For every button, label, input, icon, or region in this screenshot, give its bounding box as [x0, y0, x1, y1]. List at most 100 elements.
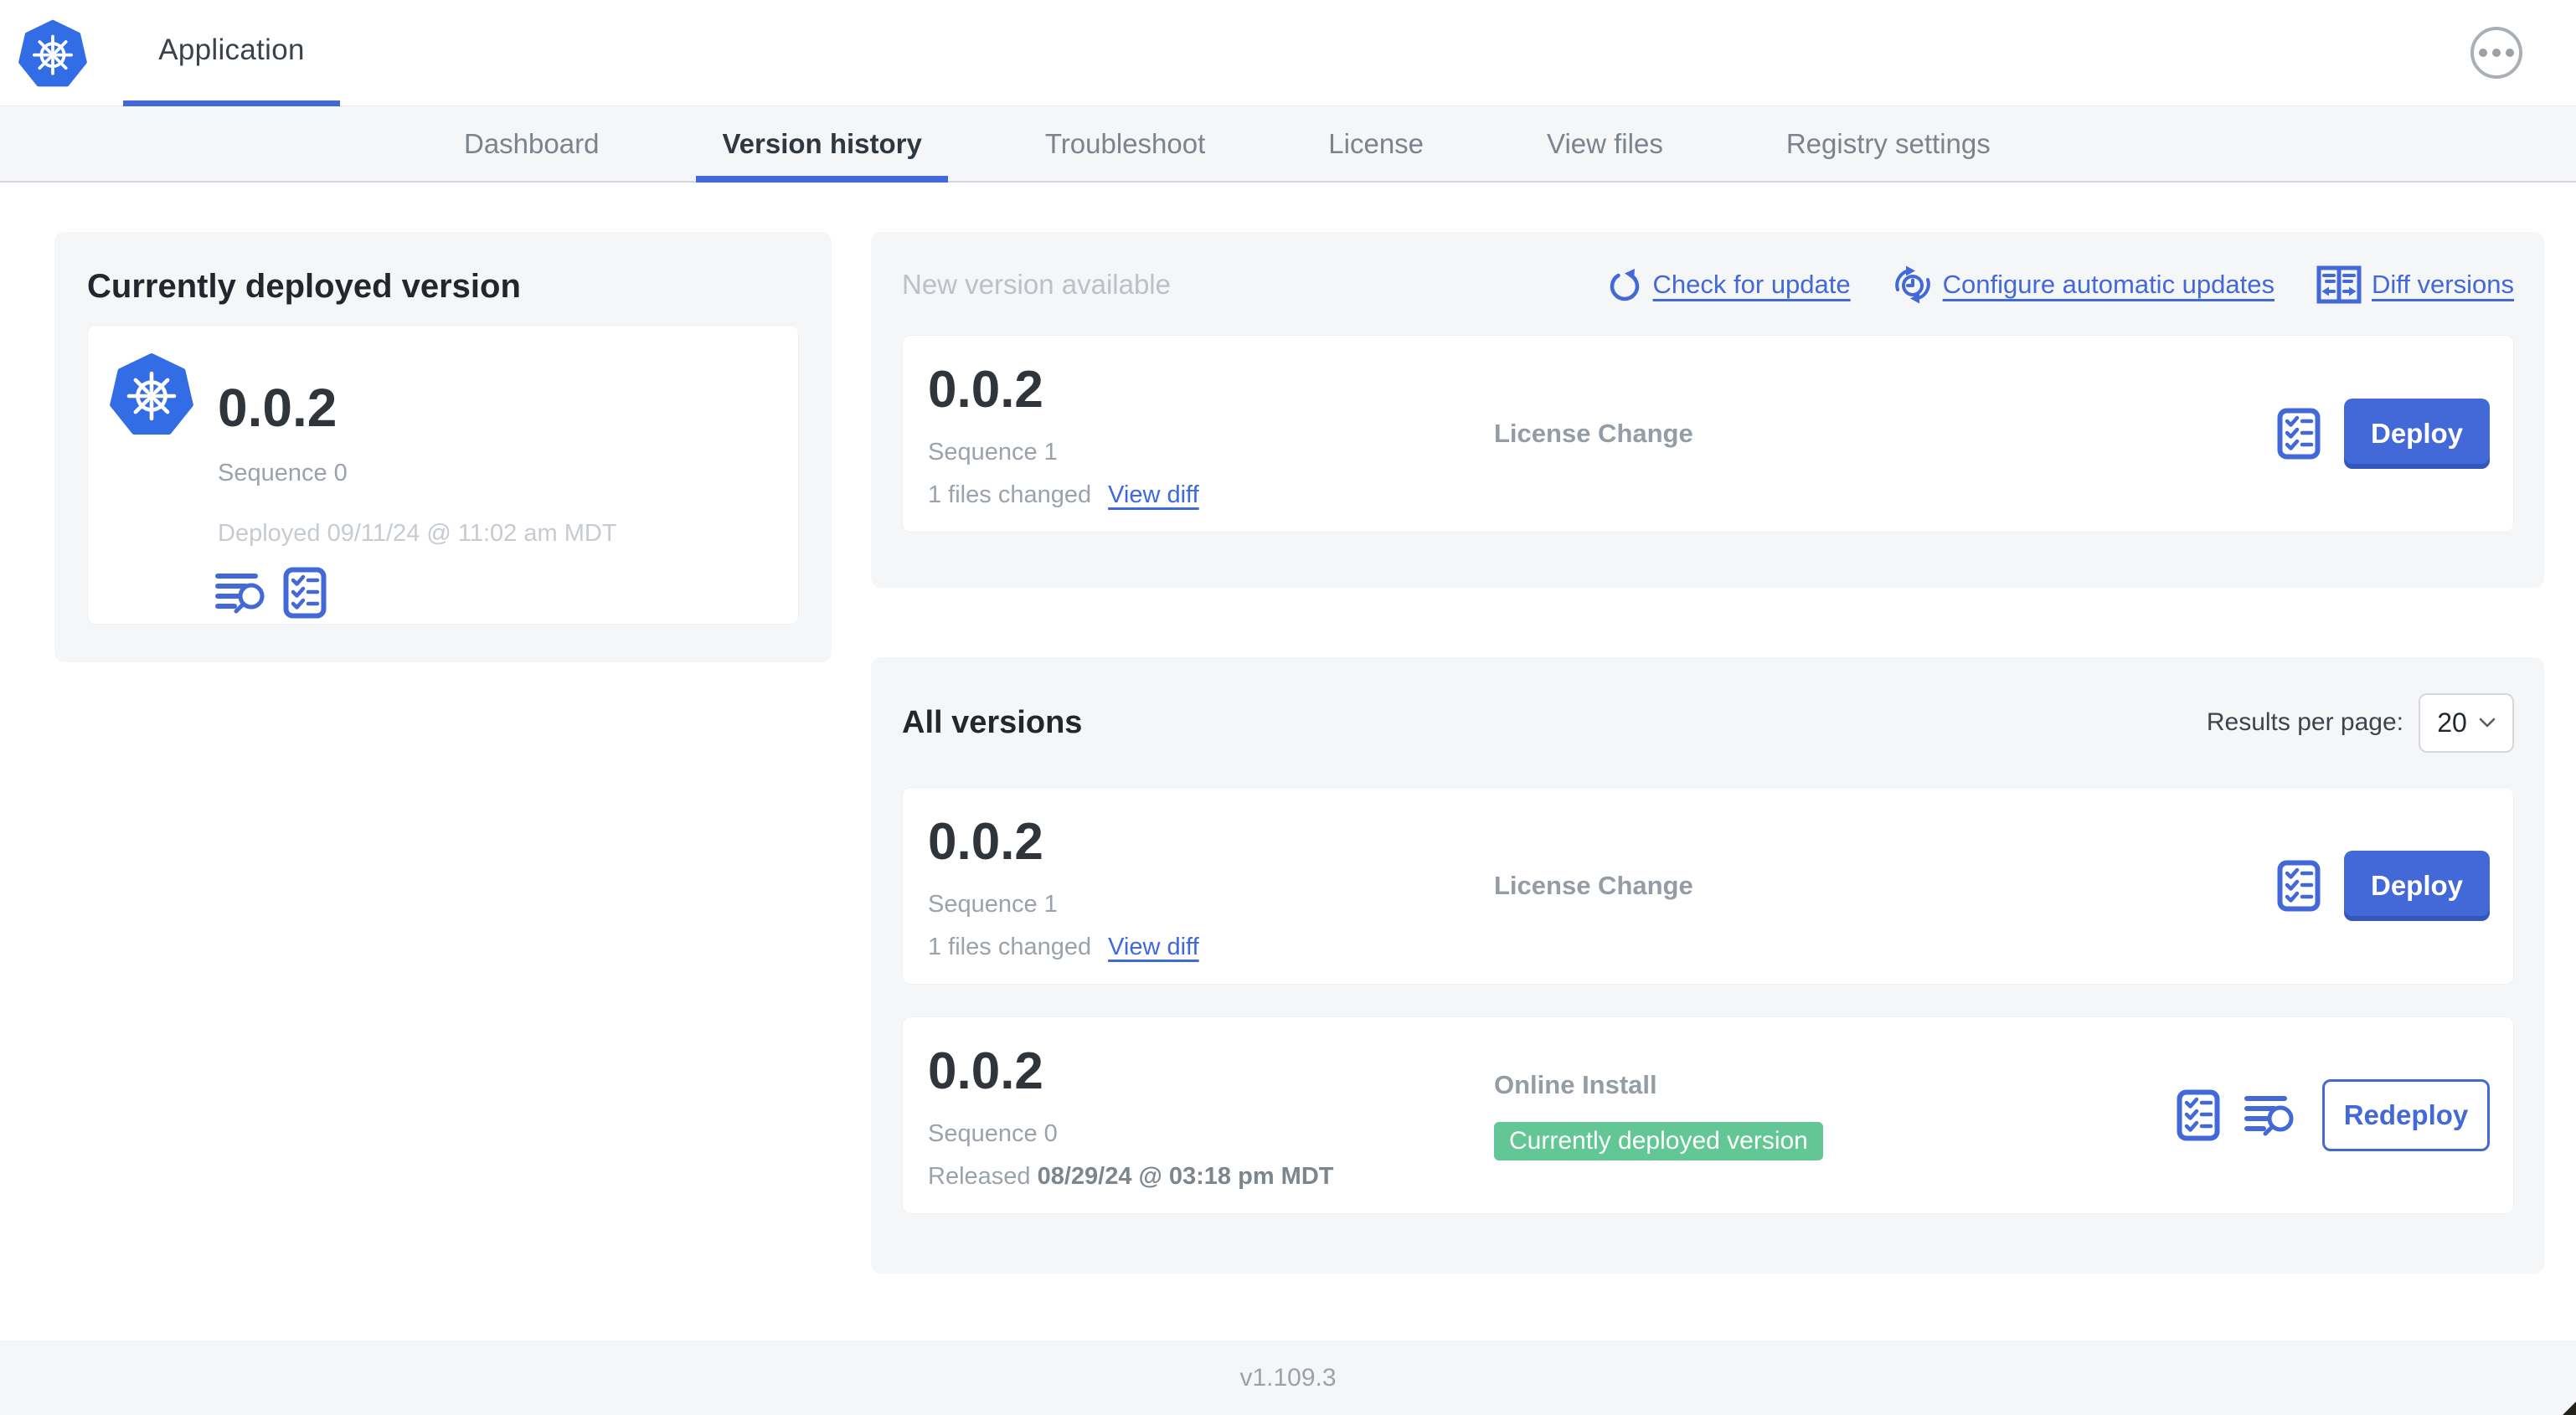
new-version-title: New version available — [902, 269, 1171, 300]
version-info: 0.0.2 Sequence 0 Released 08/29/24 @ 03:… — [928, 1042, 1333, 1191]
cursor-artifact — [2563, 1402, 2576, 1415]
version-sequence: Sequence 0 — [928, 1120, 1058, 1147]
version-source: Online Install Currently deployed versio… — [1494, 1070, 1823, 1160]
all-versions-header: All versions Results per page: 20 — [902, 691, 2514, 754]
new-version-row: 0.0.2 Sequence 1 1 files changed View dif… — [902, 335, 2514, 533]
results-per-page-value: 20 — [2437, 707, 2467, 738]
version-source: License Change — [1494, 419, 1693, 449]
console-version: v1.109.3 — [1239, 1363, 1337, 1392]
ellipsis-dot — [2506, 49, 2514, 57]
currently-deployed-title: Currently deployed version — [87, 268, 521, 305]
version-row-sequence-1: 0.0.2 Sequence 1 1 files changed View dif… — [902, 787, 2514, 985]
view-diff-link[interactable]: View diff — [1108, 934, 1199, 960]
deploy-button[interactable]: Deploy — [2344, 851, 2490, 921]
version-files-line: 1 files changed View diff — [928, 480, 1199, 510]
version-source-label: License Change — [1494, 871, 1693, 900]
tab-version-history[interactable]: Version history — [696, 106, 949, 183]
app-header: Application — [0, 0, 2576, 106]
preflight-checks-button[interactable] — [2277, 408, 2321, 460]
preflight-checks-icon — [2277, 408, 2321, 460]
version-source-label: Online Install — [1494, 1070, 1657, 1099]
new-version-card: New version available Check for update C… — [871, 232, 2544, 588]
tab-label: Dashboard — [464, 127, 600, 159]
version-info: 0.0.2 Sequence 1 1 files changed View dif… — [928, 361, 1199, 510]
results-per-page-label: Results per page: — [2206, 708, 2403, 736]
application-icon — [110, 351, 193, 438]
view-logs-icon — [2244, 1093, 2299, 1138]
version-sequence: Sequence 1 — [928, 439, 1058, 466]
currently-deployed-version-panel: 0.0.2 Sequence 0 Deployed 09/11/24 @ 11:… — [87, 325, 799, 625]
preflight-checks-button[interactable] — [2277, 860, 2321, 912]
view-logs-icon — [214, 570, 270, 615]
refresh-icon — [1606, 266, 1643, 303]
all-versions-title: All versions — [902, 704, 1083, 740]
view-logs-button[interactable] — [214, 570, 270, 615]
check-for-update-link[interactable]: Check for update — [1606, 266, 1851, 303]
version-sequence: Sequence 1 — [928, 891, 1058, 918]
tab-label: License — [1328, 127, 1425, 159]
tab-label: Troubleshoot — [1044, 127, 1206, 159]
diff-icon — [2316, 265, 2362, 304]
released-date: 08/29/24 @ 03:18 pm MDT — [1037, 1163, 1334, 1190]
version-actions: Redeploy — [2177, 1079, 2490, 1151]
nav-tabs: Dashboard Version history Troubleshoot L… — [0, 106, 2576, 183]
version-number: 0.0.2 — [928, 361, 1043, 419]
currently-deployed-card: Currently deployed version 0.0.2 Sequenc… — [54, 232, 832, 662]
kubernetes-logo-icon — [18, 18, 87, 89]
tab-registry-settings[interactable]: Registry settings — [1786, 106, 1991, 181]
version-number: 0.0.2 — [928, 1042, 1043, 1100]
current-version-deployed-date: Deployed 09/11/24 @ 11:02 am MDT — [218, 520, 617, 547]
tab-label: Version history — [722, 127, 922, 159]
ellipsis-dot — [2479, 49, 2487, 57]
files-changed-label: 1 files changed — [928, 934, 1092, 960]
link-label: Diff versions — [2372, 270, 2514, 299]
preflight-checks-button[interactable] — [283, 567, 327, 619]
chevron-down-icon — [2479, 718, 2496, 728]
deploy-button[interactable]: Deploy — [2344, 399, 2490, 469]
all-versions-card: All versions Results per page: 20 0.0.2 … — [871, 657, 2544, 1274]
overflow-menu-button[interactable] — [2470, 27, 2522, 79]
admin-console-page: Application Dashboard Version history Tr… — [0, 0, 2576, 1415]
tab-label: Registry settings — [1785, 127, 1991, 159]
results-per-page: Results per page: 20 — [2206, 692, 2514, 753]
files-changed-label: 1 files changed — [928, 481, 1092, 508]
version-info: 0.0.2 Sequence 1 1 files changed View dif… — [928, 813, 1199, 962]
configure-automatic-updates-link[interactable]: Configure automatic updates — [1893, 265, 2275, 305]
diff-versions-link[interactable]: Diff versions — [2316, 265, 2514, 304]
version-files-line: 1 files changed View diff — [928, 932, 1199, 962]
tab-troubleshoot[interactable]: Troubleshoot — [1045, 106, 1205, 181]
preflight-checks-button[interactable] — [2177, 1089, 2220, 1141]
version-released-line: Released 08/29/24 @ 03:18 pm MDT — [928, 1161, 1333, 1191]
tab-license[interactable]: License — [1328, 106, 1424, 181]
version-row-sequence-0: 0.0.2 Sequence 0 Released 08/29/24 @ 03:… — [902, 1016, 2514, 1214]
preflight-checks-icon — [283, 567, 327, 619]
version-source-label: License Change — [1494, 419, 1693, 448]
view-diff-link[interactable]: View diff — [1108, 481, 1199, 508]
released-label: Released — [928, 1163, 1031, 1190]
version-number: 0.0.2 — [928, 813, 1043, 871]
new-version-header: New version available Check for update C… — [902, 254, 2514, 316]
tab-view-files[interactable]: View files — [1547, 106, 1663, 181]
ellipsis-dot — [2492, 49, 2501, 57]
preflight-checks-icon — [2177, 1089, 2220, 1141]
app-tab[interactable]: Application — [123, 0, 340, 106]
version-source: License Change — [1494, 871, 1693, 901]
tab-label: View files — [1547, 127, 1663, 159]
version-actions: Deploy — [2277, 851, 2490, 921]
app-tab-label: Application — [158, 33, 305, 66]
current-version-sequence: Sequence 0 — [218, 460, 348, 486]
redeploy-button[interactable]: Redeploy — [2322, 1079, 2490, 1151]
tab-dashboard[interactable]: Dashboard — [464, 106, 599, 181]
link-label: Check for update — [1652, 270, 1851, 299]
link-label: Configure automatic updates — [1942, 270, 2275, 299]
current-version-number: 0.0.2 — [218, 378, 337, 438]
app-tab-active-underline — [123, 100, 340, 106]
current-version-actions — [214, 567, 327, 619]
auto-update-icon — [1893, 265, 1933, 305]
version-actions: Deploy — [2277, 399, 2490, 469]
app-footer: v1.109.3 — [0, 1340, 2576, 1415]
preflight-checks-icon — [2277, 860, 2321, 912]
view-logs-button[interactable] — [2244, 1093, 2299, 1138]
new-version-header-actions: Check for update Configure automatic upd… — [1606, 265, 2514, 305]
results-per-page-select[interactable]: 20 — [2419, 692, 2514, 753]
